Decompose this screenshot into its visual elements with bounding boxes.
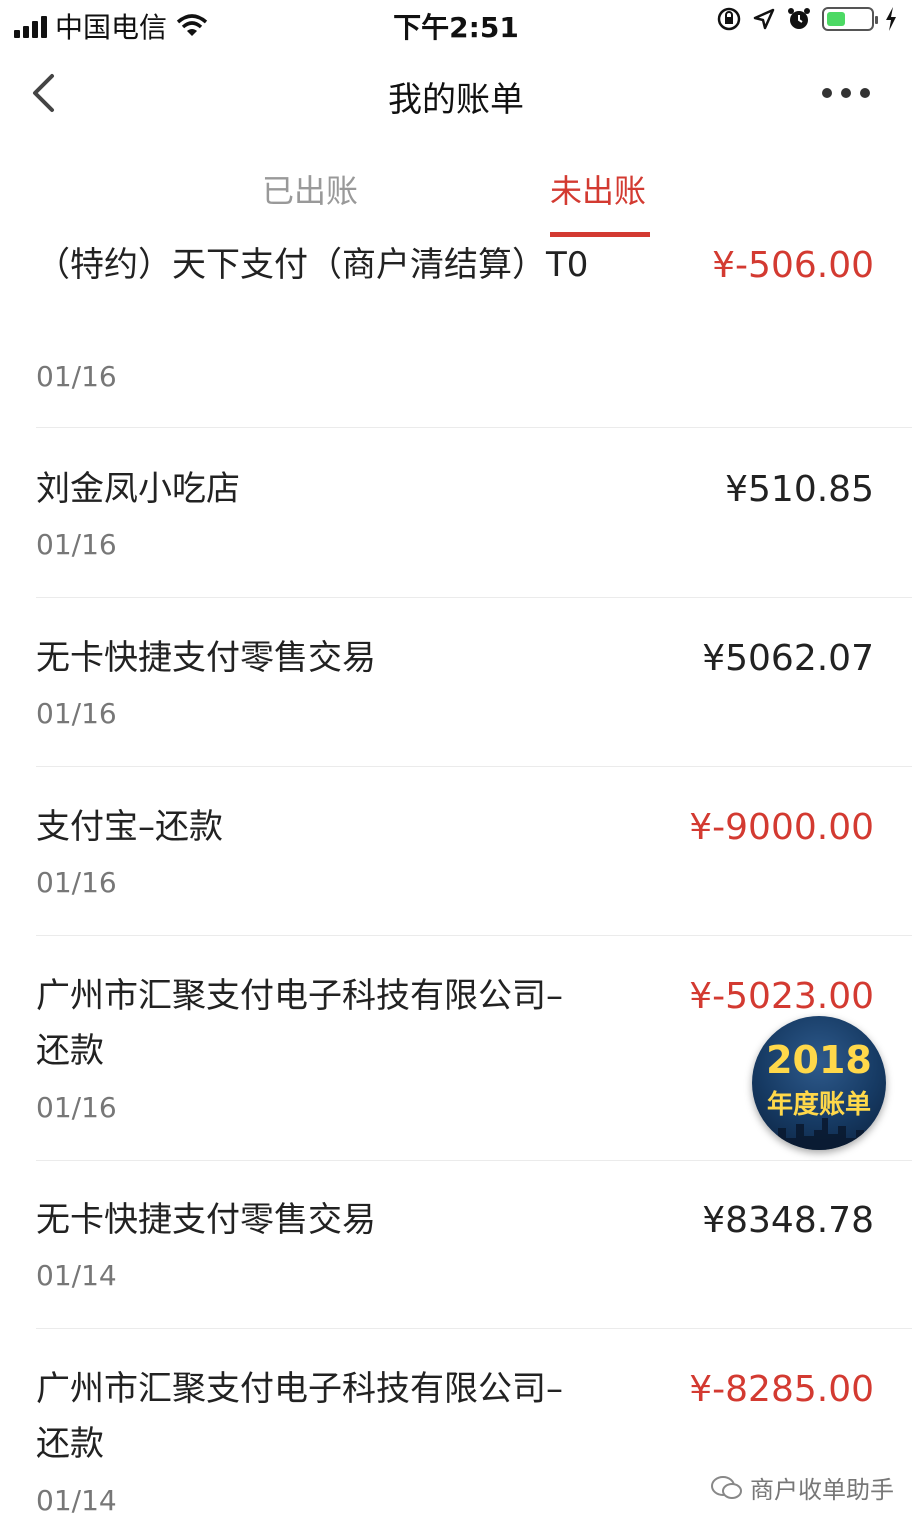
list-item[interactable]: 无卡快捷支付零售交易 01/16 ¥5062.07 [0, 631, 912, 767]
item-date: 01/16 [36, 360, 117, 393]
item-date: 01/16 [36, 697, 117, 730]
tab-billed[interactable]: 已出账 [262, 166, 358, 212]
item-date: 01/16 [36, 528, 117, 561]
orientation-lock-icon [717, 7, 741, 31]
item-date: 01/16 [36, 866, 117, 899]
battery-icon [822, 7, 878, 31]
item-date: 01/16 [36, 1091, 117, 1124]
tab-unbilled[interactable]: 未出账 [550, 166, 646, 212]
list-item[interactable]: （特约）天下支付（商户清结算）T0 01/16 ¥-506.00 [0, 238, 912, 428]
status-bar: 中国电信 下午2:51 [0, 0, 912, 46]
list-item[interactable]: 支付宝–还款 01/16 ¥-9000.00 [0, 800, 912, 936]
list-item[interactable]: 无卡快捷支付零售交易 01/14 ¥8348.78 [0, 1193, 912, 1329]
watermark-text: 商户收单助手 [750, 1476, 894, 1504]
item-amount: ¥-8285.00 [689, 1369, 874, 1410]
item-name: 无卡快捷支付零售交易 [36, 1200, 376, 1240]
active-tab-indicator [550, 232, 650, 237]
list-item[interactable]: 刘金凤小吃店 01/16 ¥510.85 [0, 462, 912, 598]
divider [36, 597, 912, 598]
item-amount: ¥5062.07 [702, 638, 874, 679]
wechat-icon [711, 1475, 742, 1499]
item-name: 无卡快捷支付零售交易 [36, 638, 376, 678]
annual-bill-badge[interactable]: 2018 年度账单 [752, 1016, 886, 1150]
divider [36, 935, 912, 936]
divider [36, 766, 912, 767]
item-date: 01/14 [36, 1259, 117, 1292]
page-title: 我的账单 [388, 80, 524, 120]
watermark: 商户收单助手 [710, 1470, 894, 1505]
divider [36, 1328, 912, 1329]
more-dots-icon [822, 88, 832, 98]
item-name: 刘金凤小吃店 [36, 469, 240, 509]
item-amount: ¥-5023.00 [689, 976, 874, 1017]
status-right [716, 6, 898, 32]
charging-icon [886, 7, 896, 31]
item-name: 支付宝–还款 [36, 807, 223, 847]
item-name: （特约）天下支付（商户清结算）T0 [36, 245, 589, 285]
item-amount: ¥-9000.00 [689, 807, 874, 848]
more-button[interactable] [816, 76, 876, 110]
badge-label: 年度账单 [766, 1090, 871, 1120]
item-name: 广州市汇聚支付电子科技有限公司–还款 [36, 1369, 563, 1464]
item-name: 广州市汇聚支付电子科技有限公司–还款 [36, 976, 563, 1071]
divider [36, 427, 912, 428]
tab-bar: 已出账 未出账 [0, 142, 912, 238]
item-amount: ¥8348.78 [702, 1200, 874, 1241]
item-amount: ¥-506.00 [712, 245, 874, 286]
badge-year: 2018 [766, 1038, 872, 1082]
alarm-icon [788, 8, 810, 29]
item-amount: ¥510.85 [725, 469, 874, 510]
item-date: 01/14 [36, 1484, 117, 1517]
nav-bar: 我的账单 [0, 46, 912, 142]
location-icon [753, 8, 775, 30]
divider [36, 1160, 912, 1161]
